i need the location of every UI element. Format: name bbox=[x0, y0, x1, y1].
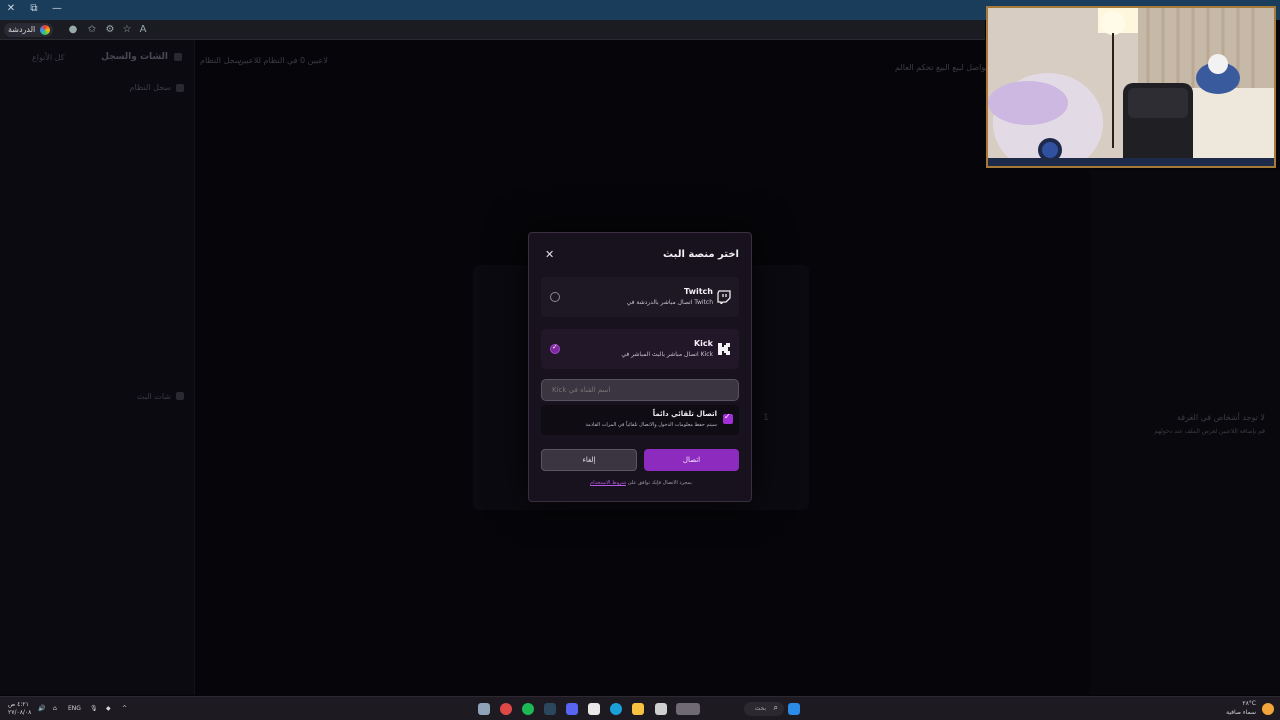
sidebar-title: الشات والسجل bbox=[101, 52, 168, 62]
taskbar: ٤:٢١ ص ٢٧/٠٨/٠٨ 🔊 ⌂ ENG 🎙 ◆ ^ بحث ⌕ ٢٨°C… bbox=[0, 696, 1280, 720]
auto-connect-checkbox[interactable] bbox=[723, 412, 733, 424]
webcam-overlay bbox=[986, 6, 1276, 168]
explorer-app-icon[interactable] bbox=[632, 703, 644, 715]
store-app-icon[interactable] bbox=[655, 703, 667, 715]
widgets-icon[interactable] bbox=[676, 703, 700, 715]
weather-desc[interactable]: سماء صافية bbox=[1226, 709, 1256, 716]
crumb-players: 0 لاعبين bbox=[300, 56, 328, 65]
clock-date[interactable]: ٢٧/٠٨/٠٨ bbox=[8, 709, 31, 716]
edge-app-icon[interactable] bbox=[610, 703, 622, 715]
channel-name-input[interactable] bbox=[541, 379, 739, 401]
platform-option-kick[interactable]: Kick اتصال مباشر بالبث المباشر في Kick bbox=[541, 329, 739, 369]
right-panel-line1: لا توجد أشخاص في الغرفة bbox=[1177, 413, 1265, 422]
auto-connect-label: اتصال تلقائي دائماً bbox=[652, 410, 717, 418]
network-icon[interactable]: ⌂ bbox=[53, 705, 57, 712]
language-indicator[interactable]: ENG bbox=[68, 705, 81, 712]
read-aloud-icon[interactable]: A bbox=[137, 24, 149, 36]
right-panel-line2: قم بإضافة اللاعبين لعرض الملف عند دخولهم bbox=[1154, 428, 1265, 435]
auto-connect-box[interactable]: اتصال تلقائي دائماً سيتم حفظ معلومات الد… bbox=[541, 405, 739, 435]
weather-icon[interactable] bbox=[1262, 703, 1274, 715]
browser-app-icon[interactable] bbox=[500, 703, 512, 715]
calendar-app-icon[interactable] bbox=[588, 703, 600, 715]
center-badge: 1 bbox=[763, 413, 769, 423]
terms-prefix: بمجرد الاتصال فإنك توافق على bbox=[627, 480, 692, 486]
right-panel: لا توجد أشخاص في الغرفة قم بإضافة اللاعب… bbox=[1090, 170, 1280, 695]
start-icon[interactable] bbox=[788, 703, 800, 715]
tray-app-icon[interactable]: ◆ bbox=[106, 705, 111, 712]
twitch-desc: اتصال مباشر بالدردشة في Twitch bbox=[626, 299, 713, 306]
taskbar-search-label: بحث bbox=[754, 705, 766, 712]
modal-title: اختر منصة البث bbox=[663, 249, 739, 260]
twitch-name: Twitch bbox=[684, 287, 713, 296]
favorites-icon[interactable]: ✩ bbox=[86, 24, 98, 36]
steam-app-icon[interactable] bbox=[544, 703, 556, 715]
profile-icon bbox=[40, 25, 51, 35]
spotify-app-icon[interactable] bbox=[522, 703, 534, 715]
settings-app-icon[interactable] bbox=[478, 703, 490, 715]
taskbar-search[interactable]: بحث ⌕ bbox=[744, 702, 784, 716]
crumb-system-players: في النظام للاعبين bbox=[238, 56, 298, 65]
minimize-window-icon[interactable]: — bbox=[50, 3, 64, 14]
kick-desc: اتصال مباشر بالبث المباشر في Kick bbox=[621, 351, 713, 358]
chat-tab-label: الدردشة bbox=[8, 25, 36, 34]
chevron-up-icon[interactable]: ^ bbox=[122, 705, 127, 712]
volume-icon[interactable]: 🔊 bbox=[38, 705, 45, 712]
close-icon[interactable]: ✕ bbox=[545, 248, 554, 261]
cancel-button[interactable]: إلغاء bbox=[541, 449, 637, 471]
chat-icon bbox=[174, 53, 182, 61]
clock-time[interactable]: ٤:٢١ ص bbox=[8, 701, 29, 708]
restore-window-icon[interactable]: ⧉ bbox=[27, 3, 41, 14]
auto-connect-desc: سيتم حفظ معلومات الدخول والاتصال تلقائيا… bbox=[585, 422, 717, 428]
kick-radio[interactable] bbox=[550, 343, 560, 354]
weather-temp[interactable]: ٢٨°C bbox=[1242, 700, 1256, 707]
platform-option-twitch[interactable]: Twitch اتصال مباشر بالدردشة في Twitch bbox=[541, 277, 739, 317]
twitch-radio[interactable] bbox=[550, 292, 560, 302]
connect-button[interactable]: اتصال bbox=[644, 449, 739, 471]
platform-modal: اختر منصة البث ✕ Twitch اتصال مباشر بالد… bbox=[528, 232, 752, 502]
crumb-system-log: سجل النظام bbox=[200, 56, 242, 65]
stream-chat-label: شات البث bbox=[136, 392, 171, 401]
terms-note: بمجرد الاتصال فإنك توافق على شروط الاستخ… bbox=[529, 480, 753, 486]
twitch-icon bbox=[717, 290, 731, 304]
webcam-image bbox=[988, 8, 1274, 166]
mic-icon[interactable]: 🎙 bbox=[90, 705, 98, 712]
terms-link[interactable]: شروط الاستخدام bbox=[590, 480, 626, 486]
filter-select[interactable]: كل الأنواع bbox=[32, 53, 65, 62]
log-icon bbox=[176, 84, 184, 92]
kick-name: Kick bbox=[693, 339, 713, 348]
sidebar: الشات والسجل كل الأنواع سجل النظام شات ا… bbox=[0, 40, 195, 695]
star-icon[interactable]: ☆ bbox=[121, 24, 133, 36]
avatar-icon[interactable]: ● bbox=[67, 24, 79, 36]
close-window-icon[interactable]: ✕ bbox=[4, 3, 18, 14]
stream-chat-icon bbox=[176, 392, 184, 400]
kick-icon bbox=[718, 343, 730, 355]
chat-tab[interactable]: الدردشة bbox=[4, 23, 54, 37]
extensions-icon[interactable]: ⚙ bbox=[104, 24, 116, 36]
system-log-label: سجل النظام bbox=[129, 83, 172, 92]
browser-toolbar: الدردشة ● ✩ ⚙ ☆ A bbox=[0, 20, 985, 40]
search-icon: ⌕ bbox=[773, 703, 778, 712]
discord-app-icon[interactable] bbox=[566, 703, 578, 715]
